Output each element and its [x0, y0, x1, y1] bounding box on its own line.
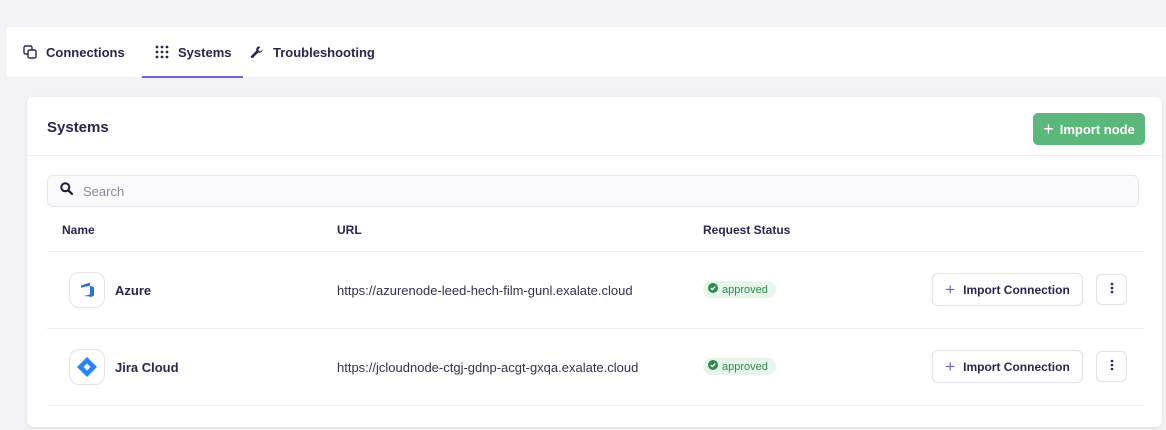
kebab-icon — [1110, 282, 1114, 297]
tab-troubleshooting-label: Troubleshooting — [273, 44, 375, 60]
search-input[interactable] — [83, 183, 983, 199]
search-box[interactable] — [47, 175, 1139, 207]
card-title: Systems — [47, 119, 109, 136]
table-row: Azure https://azurenode-leed-hech-film-g… — [27, 252, 1162, 328]
column-header-url: URL — [337, 223, 362, 237]
import-connection-label: Import Connection — [963, 282, 1070, 297]
tab-systems[interactable]: Systems — [142, 27, 244, 78]
system-name: Jira Cloud — [115, 360, 179, 375]
check-circle-icon — [708, 283, 718, 296]
column-header-name: Name — [62, 223, 95, 237]
check-circle-icon — [708, 360, 718, 373]
import-connection-button[interactable]: + Import Connection — [932, 350, 1083, 383]
plus-icon: + — [1043, 119, 1054, 139]
plus-icon: + — [945, 357, 956, 376]
row-divider — [47, 405, 1144, 406]
tab-connections-label: Connections — [46, 44, 125, 60]
card-header-divider — [27, 155, 1162, 156]
import-node-label: Import node — [1059, 121, 1135, 137]
connections-icon — [22, 44, 38, 60]
system-url: https://azurenode-leed-hech-film-gunl.ex… — [337, 283, 633, 298]
table-row: Jira Cloud https://jcloudnode-ctgj-gdnp-… — [27, 329, 1162, 405]
wrench-icon — [249, 44, 265, 60]
kebab-icon — [1110, 359, 1114, 374]
search-icon — [60, 182, 74, 200]
tab-systems-label: Systems — [178, 44, 232, 60]
systems-card: Systems + Import node Name URL Request S… — [27, 97, 1162, 427]
import-connection-label: Import Connection — [963, 359, 1070, 374]
status-text: approved — [722, 283, 768, 296]
status-badge: approved — [703, 358, 776, 375]
status-badge: approved — [703, 281, 776, 298]
import-connection-button[interactable]: + Import Connection — [932, 273, 1083, 306]
more-options-button[interactable] — [1096, 351, 1127, 382]
azure-devops-icon — [69, 272, 105, 308]
grid-icon — [154, 44, 170, 60]
import-node-button[interactable]: + Import node — [1033, 113, 1145, 145]
tab-troubleshooting[interactable]: Troubleshooting — [249, 27, 375, 77]
tab-connections[interactable]: Connections — [22, 27, 125, 77]
column-header-status: Request Status — [703, 223, 791, 237]
jira-icon — [69, 349, 105, 385]
system-name: Azure — [115, 283, 152, 298]
plus-icon: + — [945, 280, 956, 299]
tab-bar: Connections Systems Troubleshooting — [7, 27, 1166, 78]
more-options-button[interactable] — [1096, 274, 1127, 305]
system-url: https://jcloudnode-ctgj-gdnp-acgt-gxqa.e… — [337, 360, 639, 375]
status-text: approved — [722, 360, 768, 373]
